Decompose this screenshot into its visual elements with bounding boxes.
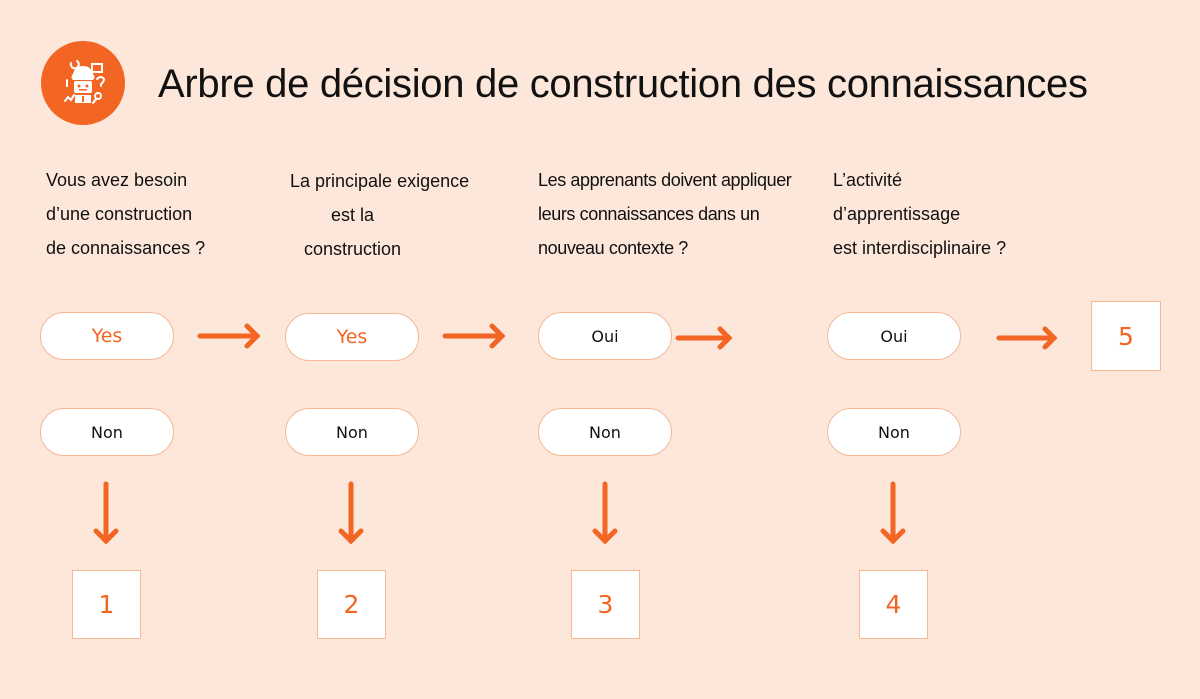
question-line: d’une construction [46, 204, 193, 224]
outcome-box-3: 3 [571, 570, 640, 639]
no-button-1[interactable]: Non [40, 408, 174, 456]
no-button-4[interactable]: Non [827, 408, 961, 456]
arrow-right-icon [442, 323, 506, 349]
yes-button-1[interactable]: Yes [40, 312, 174, 360]
outcome-box-5: 5 [1091, 301, 1161, 371]
question-4: L’activité d’apprentissage est interdisc… [833, 163, 1006, 265]
question-2: La principale exigence est la constructi… [290, 164, 469, 266]
question-line: La principale exigence [290, 171, 470, 191]
arrow-down-icon [880, 481, 906, 545]
outcome-box-4: 4 [859, 570, 928, 639]
question-line: Les apprenants doivent appliquer [538, 170, 792, 190]
arrow-down-icon [338, 481, 364, 545]
question-3: Les apprenants doivent appliquer leurs c… [538, 163, 792, 265]
question-line: d’apprentissage [833, 204, 961, 224]
yes-button-3[interactable]: Oui [538, 312, 672, 360]
question-line: est interdisciplinaire ? [833, 238, 1007, 258]
brain-robot-icon [64, 60, 106, 104]
outcome-box-1: 1 [72, 570, 141, 639]
question-line: nouveau contexte ? [538, 238, 688, 258]
outcome-box-2: 2 [317, 570, 386, 639]
logo [41, 41, 125, 125]
question-line: L’activité [833, 170, 903, 190]
arrow-right-icon [197, 323, 261, 349]
arrow-right-icon [675, 326, 733, 350]
yes-button-4[interactable]: Oui [827, 312, 961, 360]
arrow-down-icon [592, 481, 618, 545]
question-line: est la [331, 205, 375, 225]
yes-button-2[interactable]: Yes [285, 313, 419, 361]
question-line: Vous avez besoin [46, 170, 188, 190]
page-title: Arbre de décision de construction des co… [158, 62, 1088, 106]
question-line: leurs connaissances dans un [538, 204, 760, 224]
question-line: de connaissances ? [46, 238, 206, 258]
no-button-2[interactable]: Non [285, 408, 419, 456]
question-1: Vous avez besoin d’une construction de c… [46, 163, 205, 265]
no-button-3[interactable]: Non [538, 408, 672, 456]
question-line: construction [304, 239, 402, 259]
arrow-right-icon [996, 326, 1058, 350]
arrow-down-icon [93, 481, 119, 545]
